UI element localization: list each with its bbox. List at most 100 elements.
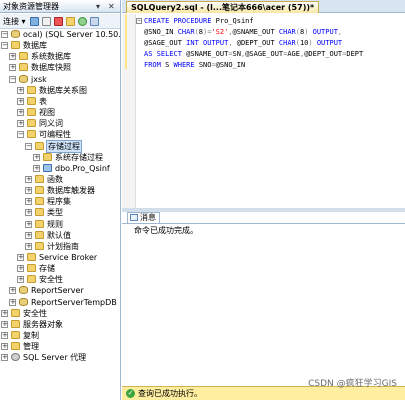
database-icon (19, 298, 28, 306)
tree-node-programmability[interactable]: − 可编程性 (0, 129, 120, 140)
tree-node-system-procs[interactable]: + 系统存储过程 (0, 152, 120, 163)
expand-icon[interactable]: + (25, 209, 32, 216)
refresh-icon[interactable] (78, 17, 87, 26)
tree-node-label: 默认值 (47, 231, 71, 240)
expand-icon[interactable]: + (33, 154, 40, 161)
code-token: SN (232, 50, 241, 58)
tab-sqlquery2[interactable]: SQLQuery2.sql - (l...笔记本666\acer (57))* (126, 1, 320, 13)
folder-icon (27, 108, 36, 116)
tree-node-reportserver[interactable]: + ReportServer (0, 285, 120, 296)
tree-node-db-diagrams[interactable]: + 数据库关系图 (0, 85, 120, 96)
collapse-icon[interactable]: − (25, 143, 32, 150)
folder-icon (11, 309, 20, 317)
editor-gutter (122, 14, 136, 208)
collapse-icon[interactable]: − (9, 76, 16, 83)
code-token: @SNO_IN (144, 28, 178, 36)
expand-icon[interactable]: + (25, 243, 32, 250)
tree-node-system-db[interactable]: + 系统数据库 (0, 51, 120, 62)
disconnect-icon[interactable] (42, 17, 51, 26)
tree-node-label: jxsk (31, 75, 47, 84)
tree-node-replication[interactable]: + 复制 (0, 330, 120, 341)
code-line: @SNO_IN CHAR(8)='S2',@SNAME_OUT CHAR(8) … (144, 27, 342, 38)
expand-icon[interactable]: + (17, 87, 24, 94)
stored-procedure-icon (43, 164, 52, 172)
tree-node-service-broker[interactable]: + Service Broker (0, 252, 120, 263)
collapse-region-icon[interactable]: − (136, 18, 142, 24)
tree-node-stored-procs[interactable]: − 存储过程 (0, 140, 120, 153)
expand-icon[interactable]: + (17, 98, 24, 105)
expand-icon[interactable]: + (17, 109, 24, 116)
expand-icon[interactable]: + (17, 120, 24, 127)
expand-icon[interactable]: + (17, 254, 24, 261)
code-token: @DEPT_OUT (304, 50, 343, 58)
expand-icon[interactable]: + (33, 165, 40, 172)
tree-node-server-objects[interactable]: + 服务器对象 (0, 319, 120, 330)
connect-object-icon[interactable] (30, 17, 39, 26)
tree-node-plan-guides[interactable]: + 计划指南 (0, 241, 120, 252)
expand-icon[interactable]: + (25, 176, 32, 183)
expand-icon[interactable]: + (1, 321, 8, 328)
expand-icon[interactable]: + (1, 332, 8, 339)
status-text: 查询已成功执行。 (138, 389, 202, 398)
tree-node-label: 数据库 (23, 41, 47, 50)
expand-icon[interactable]: + (25, 198, 32, 205)
tree-node-label: 系统数据库 (31, 52, 71, 61)
expand-icon[interactable]: + (17, 276, 24, 283)
folder-icon (27, 119, 36, 127)
query-editor[interactable]: − CREATE PROCEDURE Pro_Qsinf @SNO_IN CHAR(… (122, 14, 405, 208)
folder-icon (27, 86, 36, 94)
tree-node-tables[interactable]: + 表 (0, 96, 120, 107)
tree-node-assemblies[interactable]: + 程序集 (0, 196, 120, 207)
collapse-icon[interactable]: − (17, 131, 24, 138)
tab-messages[interactable]: 消息 (127, 212, 160, 223)
code-line: AS SELECT @SNAME_OUT=SN,@SAGE_OUT=AGE,@D… (144, 49, 363, 60)
tree-node-security[interactable]: + 安全性 (0, 308, 120, 319)
code-token: CHAR (278, 39, 296, 47)
collapse-icon[interactable]: − (1, 42, 8, 49)
expand-icon[interactable]: + (25, 221, 32, 228)
code-token: S (165, 61, 174, 69)
tree-node-db-triggers[interactable]: + 数据库触发器 (0, 185, 120, 196)
expand-icon[interactable]: + (9, 64, 16, 71)
panel-menu-icon[interactable]: ▾ (96, 0, 100, 13)
stop-icon[interactable] (54, 17, 63, 26)
tree-node-management[interactable]: + 管理 (0, 341, 120, 352)
object-explorer-title: 对象资源管理器 (3, 2, 59, 11)
connect-button[interactable]: 连接 ▾ (3, 14, 26, 29)
tree-node-security-db[interactable]: + 安全性 (0, 274, 120, 285)
tree-node-pro-qsinf[interactable]: + dbo.Pro_Qsinf (0, 163, 120, 174)
tree-node-reportserver-temp[interactable]: + ReportServerTempDB (0, 297, 120, 308)
tree-node-label: 存储过程 (46, 140, 82, 153)
filter-icon[interactable] (66, 17, 75, 26)
expand-icon[interactable]: + (1, 310, 8, 317)
expand-icon[interactable]: + (17, 265, 24, 272)
tree-node-rules[interactable]: + 规则 (0, 219, 120, 230)
expand-icon[interactable]: + (1, 343, 8, 350)
tree-node-views[interactable]: + 视图 (0, 107, 120, 118)
expand-icon[interactable]: + (1, 354, 8, 361)
tree-node-defaults[interactable]: + 默认值 (0, 230, 120, 241)
tree-node-types[interactable]: + 类型 (0, 207, 120, 218)
collapse-icon[interactable]: − (1, 31, 8, 38)
summary-icon[interactable] (90, 17, 99, 26)
expand-icon[interactable]: + (9, 53, 16, 60)
tree-node-functions[interactable]: + 函数 (0, 174, 120, 185)
tree-node-server[interactable]: − ocal) (SQL Server 10.50.1600 - 笔记本© (0, 29, 120, 40)
object-explorer-panel: 对象资源管理器 ▾ ✕ 连接 ▾ − ocal) (SQL Server 10.5… (0, 0, 121, 400)
folder-icon (11, 320, 20, 328)
tree-node-label: 同义词 (39, 119, 63, 128)
tree-node-db-snapshots[interactable]: + 数据库快照 (0, 62, 120, 73)
code-token: @SNO_IN (215, 61, 246, 69)
tree-node-storage[interactable]: + 存储 (0, 263, 120, 274)
tree-node-databases[interactable]: − 数据库 (0, 40, 120, 51)
tree-node-synonyms[interactable]: + 同义词 (0, 118, 120, 129)
expand-icon[interactable]: + (25, 232, 32, 239)
close-icon[interactable]: ✕ (108, 0, 115, 13)
expand-icon[interactable]: + (9, 299, 16, 306)
folder-icon (35, 186, 44, 194)
expand-icon[interactable]: + (25, 187, 32, 194)
tree-node-jxsk[interactable]: − jxsk (0, 74, 120, 85)
expand-icon[interactable]: + (9, 287, 16, 294)
tree-node-sql-agent[interactable]: + SQL Server 代理 (0, 352, 120, 363)
folder-icon (35, 242, 44, 250)
